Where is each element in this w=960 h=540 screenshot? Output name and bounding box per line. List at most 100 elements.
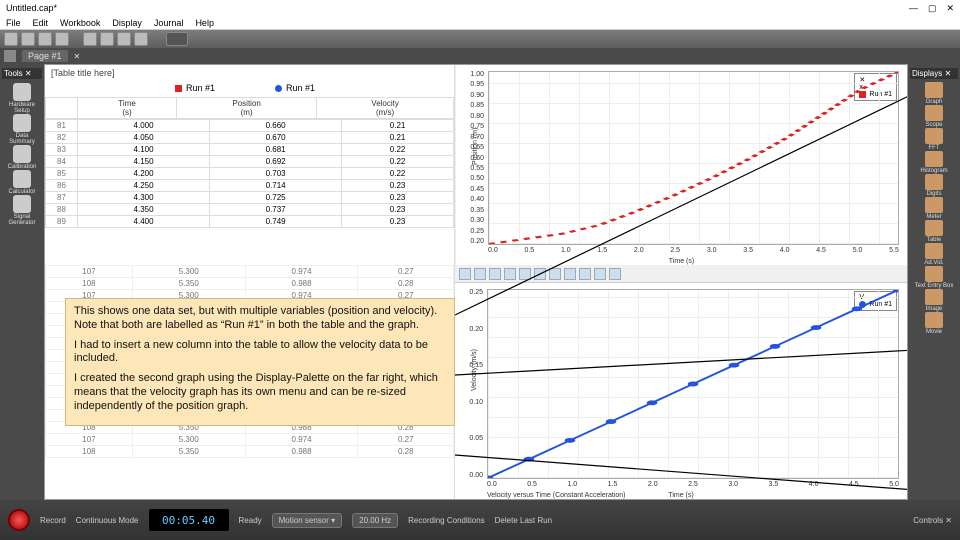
new-icon[interactable]	[4, 32, 18, 46]
table-row[interactable]: 874.3000.7250.23	[46, 192, 454, 204]
display-table[interactable]: Table	[912, 220, 956, 243]
tick-label: 0.35	[470, 207, 484, 214]
tick-label: 0.55	[470, 165, 484, 172]
graph2-title: Velocity versus Time (Constant Accelerat…	[487, 492, 626, 499]
table-row[interactable]: 1085.3500.9880.28	[46, 446, 454, 458]
menu-display[interactable]: Display	[112, 18, 142, 28]
display-digits[interactable]: Digits	[912, 174, 956, 197]
data-table[interactable]: Time(s)Position(m)Velocity(m/s)	[45, 97, 454, 119]
record-label: Record	[40, 516, 66, 525]
display-icon	[925, 243, 943, 259]
menubar: File Edit Workbook Display Journal Help	[0, 16, 960, 30]
menu-help[interactable]: Help	[195, 18, 214, 28]
add-page-icon[interactable]	[4, 50, 16, 62]
page-tab[interactable]: Page #1	[22, 50, 68, 62]
display-histogram[interactable]: Histogram	[912, 151, 956, 174]
table-row[interactable]: 814.0000.6600.21	[46, 120, 454, 132]
tool2-icon[interactable]	[134, 32, 148, 46]
tool-data-summary[interactable]: Data Summary	[4, 114, 40, 145]
table-row[interactable]: 894.4000.7490.23	[46, 216, 454, 228]
table-row[interactable]: 834.1000.6810.22	[46, 144, 454, 156]
close-button[interactable]: ✕	[946, 3, 954, 14]
display-meter[interactable]: Meter	[912, 197, 956, 220]
camera-icon[interactable]	[166, 32, 188, 46]
g1-xlabel: Time (s)	[669, 258, 694, 265]
record-button[interactable]	[8, 509, 30, 531]
col-header[interactable]: Position(m)	[177, 98, 317, 119]
tool-signal-generator[interactable]: Signal Generator	[4, 195, 40, 226]
display-movie[interactable]: Movie	[912, 312, 956, 335]
table-row[interactable]: 884.3500.7370.23	[46, 204, 454, 216]
menu-journal[interactable]: Journal	[154, 18, 184, 28]
ready-label: Ready	[239, 516, 262, 525]
delta-icon[interactable]	[579, 268, 591, 280]
menu-file[interactable]: File	[6, 18, 21, 28]
display-ad-vid-[interactable]: Ad.Vid.	[912, 243, 956, 266]
table-row[interactable]: 864.2500.7140.23	[46, 180, 454, 192]
table-row[interactable]: 844.1500.6920.22	[46, 156, 454, 168]
sample-rate[interactable]: 20.00 Hz	[352, 513, 398, 528]
tick-label: 0.0	[487, 481, 497, 491]
workarea: [Table title here] Run #1 Run #1 Time(s)…	[44, 64, 908, 500]
tick-label: 4.0	[809, 481, 819, 491]
tick-label: 1.5	[608, 481, 618, 491]
select-icon[interactable]	[474, 268, 486, 280]
tool-calculator[interactable]: Calculator	[4, 170, 40, 195]
table-row[interactable]: 1085.3500.9880.28	[46, 278, 454, 290]
graph1-plot-area[interactable]	[488, 71, 899, 245]
sensor-select[interactable]: Motion sensor ▾	[272, 513, 342, 528]
rescale-icon[interactable]	[459, 268, 471, 280]
open-icon[interactable]	[21, 32, 35, 46]
stats-icon[interactable]	[519, 268, 531, 280]
controls-label[interactable]: Controls ✕	[913, 516, 952, 525]
menu-workbook[interactable]: Workbook	[60, 18, 100, 28]
continuous-mode-label[interactable]: Continuous Mode	[76, 516, 139, 525]
table-row[interactable]: 1075.3000.9740.27	[46, 266, 454, 278]
export-icon[interactable]	[55, 32, 69, 46]
recording-conditions-button[interactable]: Recording Conditions	[408, 516, 485, 525]
table-title[interactable]: [Table title here]	[45, 65, 454, 81]
position-graph[interactable]: ✕ x Run #1 0.200.250.300.350.400.450.500…	[455, 65, 907, 265]
snapshot-icon[interactable]	[100, 32, 114, 46]
annotate-icon[interactable]	[549, 268, 561, 280]
legend-run1-label: Run #1	[186, 83, 215, 93]
display-scope[interactable]: Scope	[912, 105, 956, 128]
col-header[interactable]: Velocity(m/s)	[317, 98, 454, 119]
tick-label: 0.50	[470, 175, 484, 182]
tool-calibration[interactable]: Calibration	[4, 145, 40, 170]
table-row[interactable]: 824.0500.6700.21	[46, 132, 454, 144]
graph2-plot-area[interactable]	[487, 289, 899, 479]
tab-close-icon[interactable]: ✕	[74, 52, 81, 61]
col-header[interactable]: Time(s)	[78, 98, 177, 119]
display-image[interactable]: Image	[912, 289, 956, 312]
fit-icon[interactable]	[504, 268, 516, 280]
zoom-icon[interactable]	[489, 268, 501, 280]
delete-last-run-button[interactable]: Delete Last Run	[495, 516, 552, 525]
journal-icon[interactable]	[83, 32, 97, 46]
annotation-callout: This shows one data set, but with multip…	[65, 298, 455, 426]
tool-icon[interactable]	[117, 32, 131, 46]
display-graph[interactable]: Graph	[912, 82, 956, 105]
display-fft[interactable]: FFT	[912, 128, 956, 151]
minimize-button[interactable]: —	[909, 3, 918, 13]
display-icon	[925, 105, 943, 121]
tool-hardware-setup[interactable]: Hardware Setup	[4, 83, 40, 114]
position-curve	[489, 72, 898, 244]
save-icon[interactable]	[38, 32, 52, 46]
props-icon[interactable]	[609, 268, 621, 280]
g1-ylabel: Position (m)	[472, 128, 479, 165]
coord-icon[interactable]	[564, 268, 576, 280]
velocity-graph[interactable]: V Run #1 0.000.050.100.150.200.25 Veloci…	[455, 283, 907, 499]
area-icon[interactable]	[594, 268, 606, 280]
tools-panel: Tools ✕ Hardware SetupData SummaryCalibr…	[0, 64, 44, 500]
tick-label: 4.5	[816, 247, 826, 257]
slope-icon[interactable]	[534, 268, 546, 280]
table-row[interactable]: 854.2000.7030.22	[46, 168, 454, 180]
maximize-button[interactable]: ▢	[928, 3, 937, 14]
dot-blue-icon	[275, 85, 282, 92]
table-row[interactable]: 1075.3000.9740.27	[46, 434, 454, 446]
tick-label: 1.0	[567, 481, 577, 491]
display-text-entry-box[interactable]: Text Entry Box	[912, 266, 956, 289]
menu-edit[interactable]: Edit	[33, 18, 49, 28]
tick-label: 2.0	[634, 247, 644, 257]
